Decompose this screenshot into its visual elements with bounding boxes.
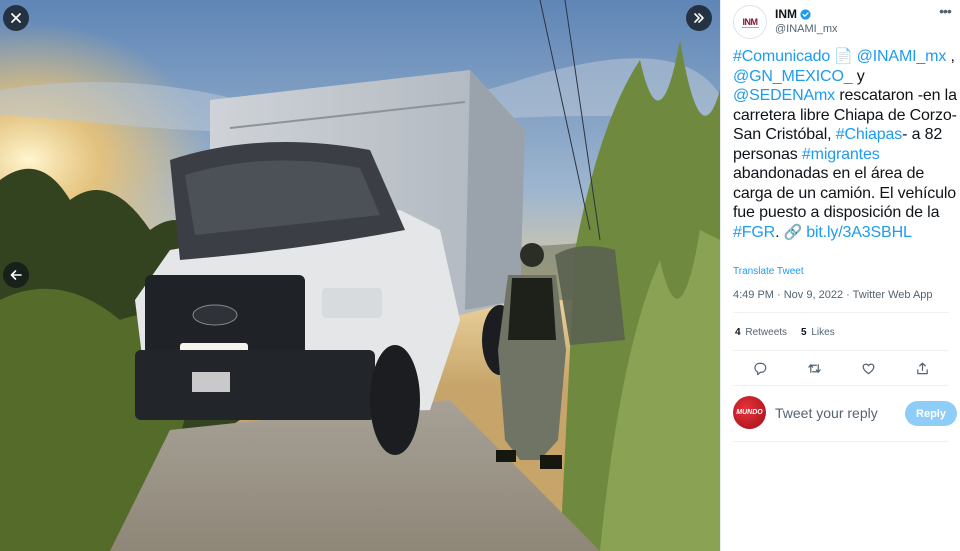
share-icon	[916, 362, 928, 374]
mention-link[interactable]: @GN_MEXICO_	[733, 68, 853, 85]
tweet-actions	[733, 355, 949, 381]
photo-migrant-rescue-truck	[0, 0, 720, 551]
tweet-text-segment: y	[852, 67, 865, 85]
reply-composer: MUNDO Tweet your reply Reply	[733, 396, 957, 430]
hashtag-link[interactable]: #FGR	[733, 224, 775, 241]
arrow-left-icon	[10, 270, 22, 280]
author-avatar[interactable]: INM	[733, 5, 767, 39]
tweet-text-segment: abandonadas en el área de carga de un ca…	[733, 165, 957, 221]
tweet-timestamp[interactable]: 4:49 PM · Nov 9, 2022 · Twitter Web App	[733, 289, 933, 301]
avatar-logo-text: INM	[741, 17, 759, 28]
close-icon	[11, 13, 21, 23]
translate-tweet-link[interactable]: Translate Tweet	[733, 266, 804, 277]
divider	[733, 385, 949, 386]
heart-icon	[862, 363, 874, 374]
likes-label: Likes	[811, 327, 835, 338]
retweets-count: 4	[735, 327, 741, 338]
hashtag-link[interactable]: #Comunicado	[733, 48, 830, 65]
mention-link[interactable]: @SEDENAmx	[733, 87, 835, 104]
tweet-stats: 4 Retweets 5 Likes	[735, 327, 835, 338]
hashtag-link[interactable]: #migrantes	[802, 146, 880, 163]
previous-button[interactable]	[3, 262, 29, 288]
tweet-text-segment: ,	[946, 48, 955, 65]
author-name[interactable]: INM	[775, 7, 797, 21]
reply-action-button[interactable]	[751, 359, 769, 377]
verified-badge-icon	[800, 8, 811, 20]
emoji-icon: 🔗	[783, 223, 807, 241]
current-user-avatar[interactable]: MUNDO	[733, 396, 766, 429]
retweet-action-button[interactable]	[805, 359, 823, 377]
divider	[733, 441, 949, 442]
expand-panel-button[interactable]	[686, 5, 712, 31]
likes-count: 5	[801, 327, 807, 338]
likes-stat[interactable]: 5 Likes	[801, 327, 835, 338]
tweet-photo[interactable]	[0, 0, 720, 551]
tweet-detail-panel: INM INM @INAMI_mx ••• #Comunicado 📄 @INA…	[720, 0, 960, 551]
avatar-logo-text: MUNDO	[736, 409, 763, 416]
divider	[733, 312, 949, 313]
reply-input[interactable]: Tweet your reply	[775, 405, 878, 421]
author-name-row[interactable]: INM	[775, 7, 811, 21]
author-handle[interactable]: @INAMI_mx	[775, 23, 838, 35]
emoji-icon: 📄	[830, 48, 857, 65]
mention-link[interactable]: @INAMI_mx	[857, 48, 947, 65]
tweet-text-segment: .	[775, 223, 784, 241]
divider	[733, 350, 949, 351]
url-link[interactable]: bit.ly/3A3SBHL	[806, 224, 912, 241]
tweet-author: INM INM @INAMI_mx •••	[733, 4, 953, 41]
reply-button[interactable]: Reply	[905, 401, 957, 426]
retweets-stat[interactable]: 4 Retweets	[735, 327, 787, 338]
hashtag-link[interactable]: #Chiapas	[836, 126, 903, 143]
share-action-button[interactable]	[913, 359, 931, 377]
tweet-text: #Comunicado 📄 @INAMI_mx , @GN_MEXICO_ y …	[733, 47, 959, 242]
like-action-button[interactable]	[859, 359, 877, 377]
more-dots-icon: •••	[939, 3, 952, 19]
double-chevron-right-icon	[694, 13, 704, 23]
retweet-icon	[807, 363, 821, 373]
close-button[interactable]	[3, 5, 29, 31]
comment-icon	[753, 362, 766, 375]
retweets-label: Retweets	[745, 327, 788, 338]
more-options-button[interactable]: •••	[937, 4, 953, 21]
